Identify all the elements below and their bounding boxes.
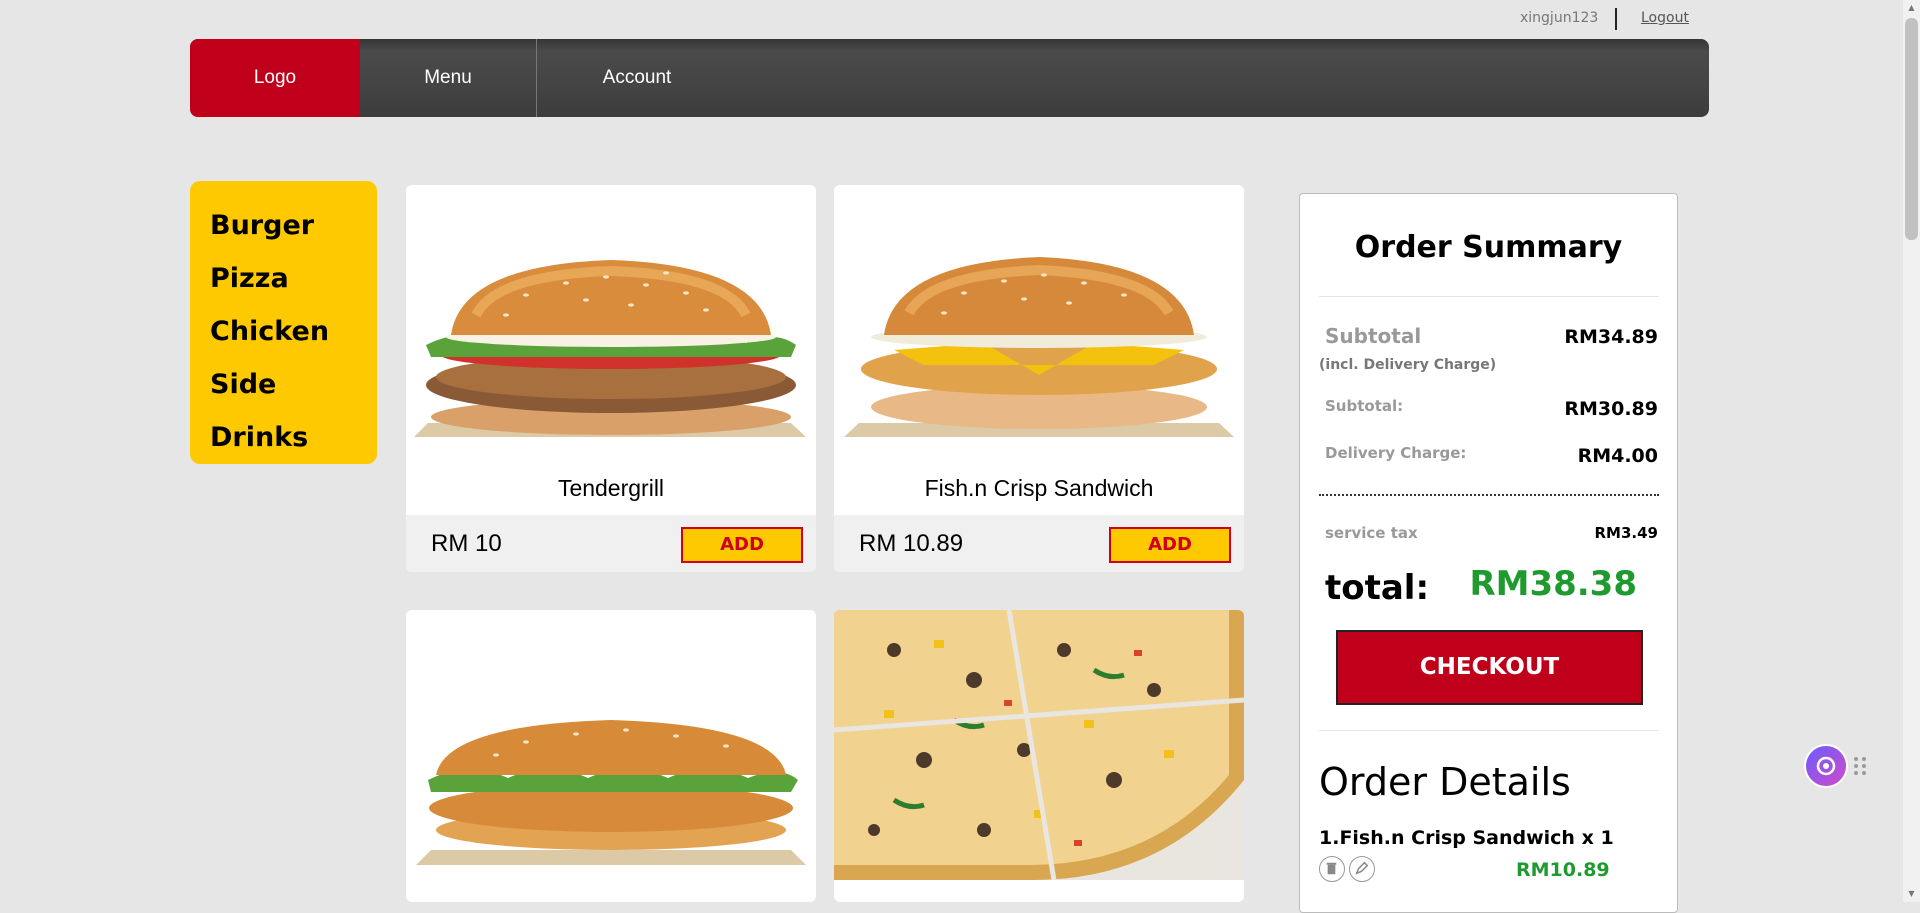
product-image-pizza bbox=[834, 610, 1244, 881]
main-nav: Logo Menu Account bbox=[190, 39, 1709, 117]
product-card: Tendergrill RM 10 ADD bbox=[406, 185, 816, 572]
nav-account[interactable]: Account bbox=[537, 39, 737, 117]
category-burger[interactable]: Burger bbox=[210, 199, 377, 252]
delete-icon[interactable] bbox=[1319, 856, 1345, 882]
order-summary-panel: Order Summary Subtotal RM34.89 (incl. De… bbox=[1299, 193, 1678, 913]
product-image-fish-sandwich bbox=[834, 185, 1244, 455]
scroll-thumb[interactable] bbox=[1905, 18, 1918, 240]
product-footer: RM 10.89 ADD bbox=[834, 515, 1244, 572]
product-image-tendergrill bbox=[406, 185, 816, 455]
dotted-divider bbox=[1319, 494, 1659, 496]
product-name: Fish.n Crisp Sandwich bbox=[834, 455, 1244, 515]
add-button[interactable]: ADD bbox=[1109, 527, 1231, 563]
nav-menu[interactable]: Menu bbox=[360, 39, 537, 117]
nav-logo[interactable]: Logo bbox=[190, 39, 360, 117]
order-item-label: 1.Fish.n Crisp Sandwich x 1 bbox=[1319, 827, 1614, 849]
total-value: RM38.38 bbox=[1469, 564, 1637, 604]
order-summary-title: Order Summary bbox=[1354, 230, 1623, 265]
tax-value: RM3.49 bbox=[1594, 524, 1659, 542]
order-item-price: RM10.89 bbox=[1516, 859, 1610, 881]
delivery-value: RM4.00 bbox=[1577, 445, 1658, 467]
category-sidebar: Burger Pizza Chicken Side Drinks bbox=[190, 181, 377, 464]
username: xingjun123 bbox=[1520, 10, 1599, 26]
user-bar: xingjun123 Logout bbox=[1500, 8, 1800, 30]
divider bbox=[1615, 8, 1617, 30]
category-pizza[interactable]: Pizza bbox=[210, 252, 377, 305]
category-side[interactable]: Side bbox=[210, 358, 377, 411]
product-image-chicken-sandwich bbox=[406, 610, 816, 880]
product-name: Tendergrill bbox=[406, 455, 816, 515]
scroll-up-icon[interactable]: ▲ bbox=[1903, 0, 1920, 16]
subtotal-label: Subtotal: bbox=[1325, 397, 1404, 415]
product-card bbox=[834, 610, 1244, 902]
add-button[interactable]: ADD bbox=[681, 527, 803, 563]
total-label: total: bbox=[1325, 568, 1430, 608]
product-card bbox=[406, 610, 816, 902]
drag-handle-icon[interactable] bbox=[1853, 756, 1867, 776]
divider bbox=[1319, 730, 1659, 731]
product-price: RM 10 bbox=[431, 530, 502, 557]
category-chicken[interactable]: Chicken bbox=[210, 305, 377, 358]
order-details-title: Order Details bbox=[1319, 760, 1571, 804]
divider bbox=[1319, 296, 1659, 297]
tax-label: service tax bbox=[1325, 524, 1418, 542]
edit-icon[interactable] bbox=[1349, 856, 1375, 882]
subtotal-incl-value: RM34.89 bbox=[1564, 326, 1658, 348]
delivery-label: Delivery Charge: bbox=[1325, 444, 1467, 462]
checkout-button[interactable]: CHECKOUT bbox=[1336, 630, 1643, 705]
product-price: RM 10.89 bbox=[859, 530, 964, 557]
category-drinks[interactable]: Drinks bbox=[210, 411, 377, 464]
subtotal-value: RM30.89 bbox=[1564, 398, 1658, 420]
scroll-down-icon[interactable]: ▼ bbox=[1903, 886, 1920, 902]
product-footer: RM 10 ADD bbox=[406, 515, 816, 572]
product-card: Fish.n Crisp Sandwich RM 10.89 ADD bbox=[834, 185, 1244, 572]
logout-link[interactable]: Logout bbox=[1641, 10, 1689, 26]
subtotal-incl-label: Subtotal bbox=[1325, 324, 1422, 348]
page-scrollbar[interactable]: ▲ ▼ bbox=[1903, 0, 1920, 902]
assistant-widget-icon[interactable] bbox=[1806, 746, 1846, 786]
subtotal-incl-note: (incl. Delivery Charge) bbox=[1319, 357, 1497, 373]
